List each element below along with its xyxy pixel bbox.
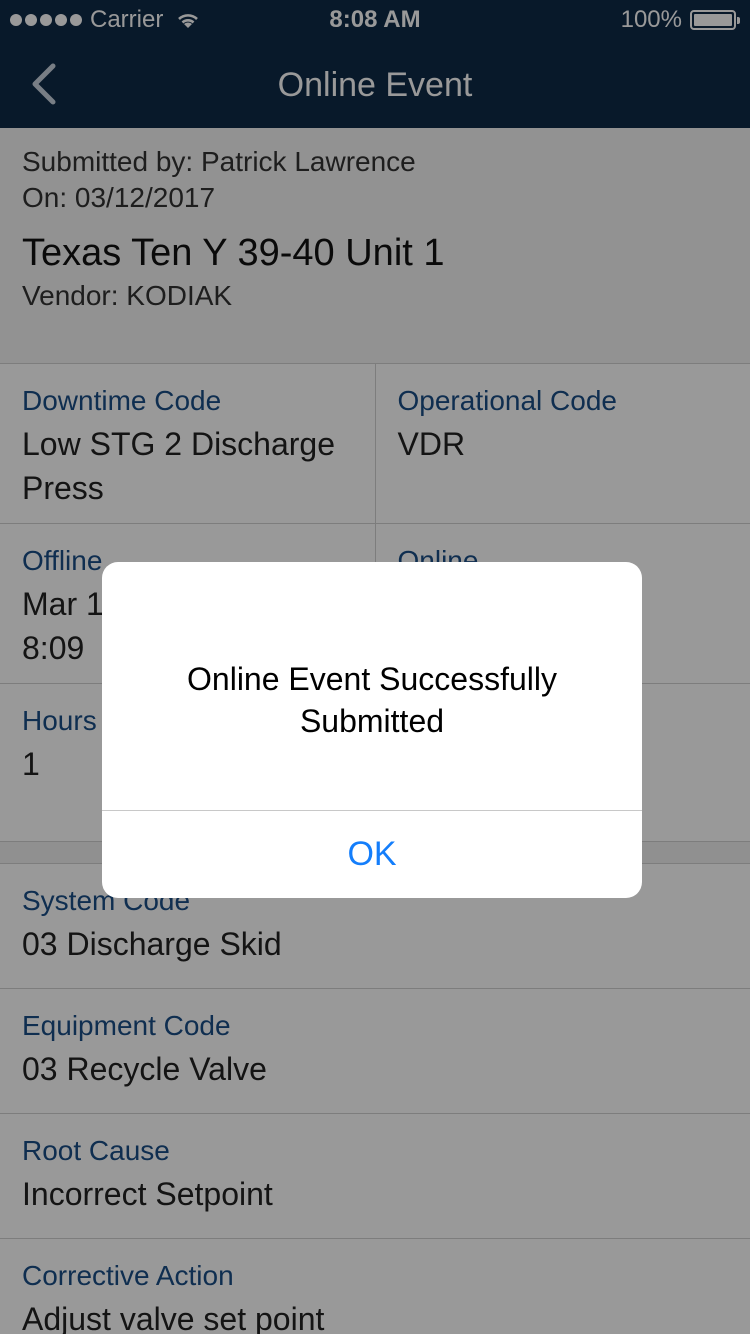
alert-message: Online Event Successfully Submitted [187, 661, 557, 739]
success-alert: Online Event Successfully Submitted OK [102, 562, 642, 898]
ok-button[interactable]: OK [102, 811, 642, 898]
modal-overlay: Online Event Successfully Submitted OK [0, 0, 750, 1334]
